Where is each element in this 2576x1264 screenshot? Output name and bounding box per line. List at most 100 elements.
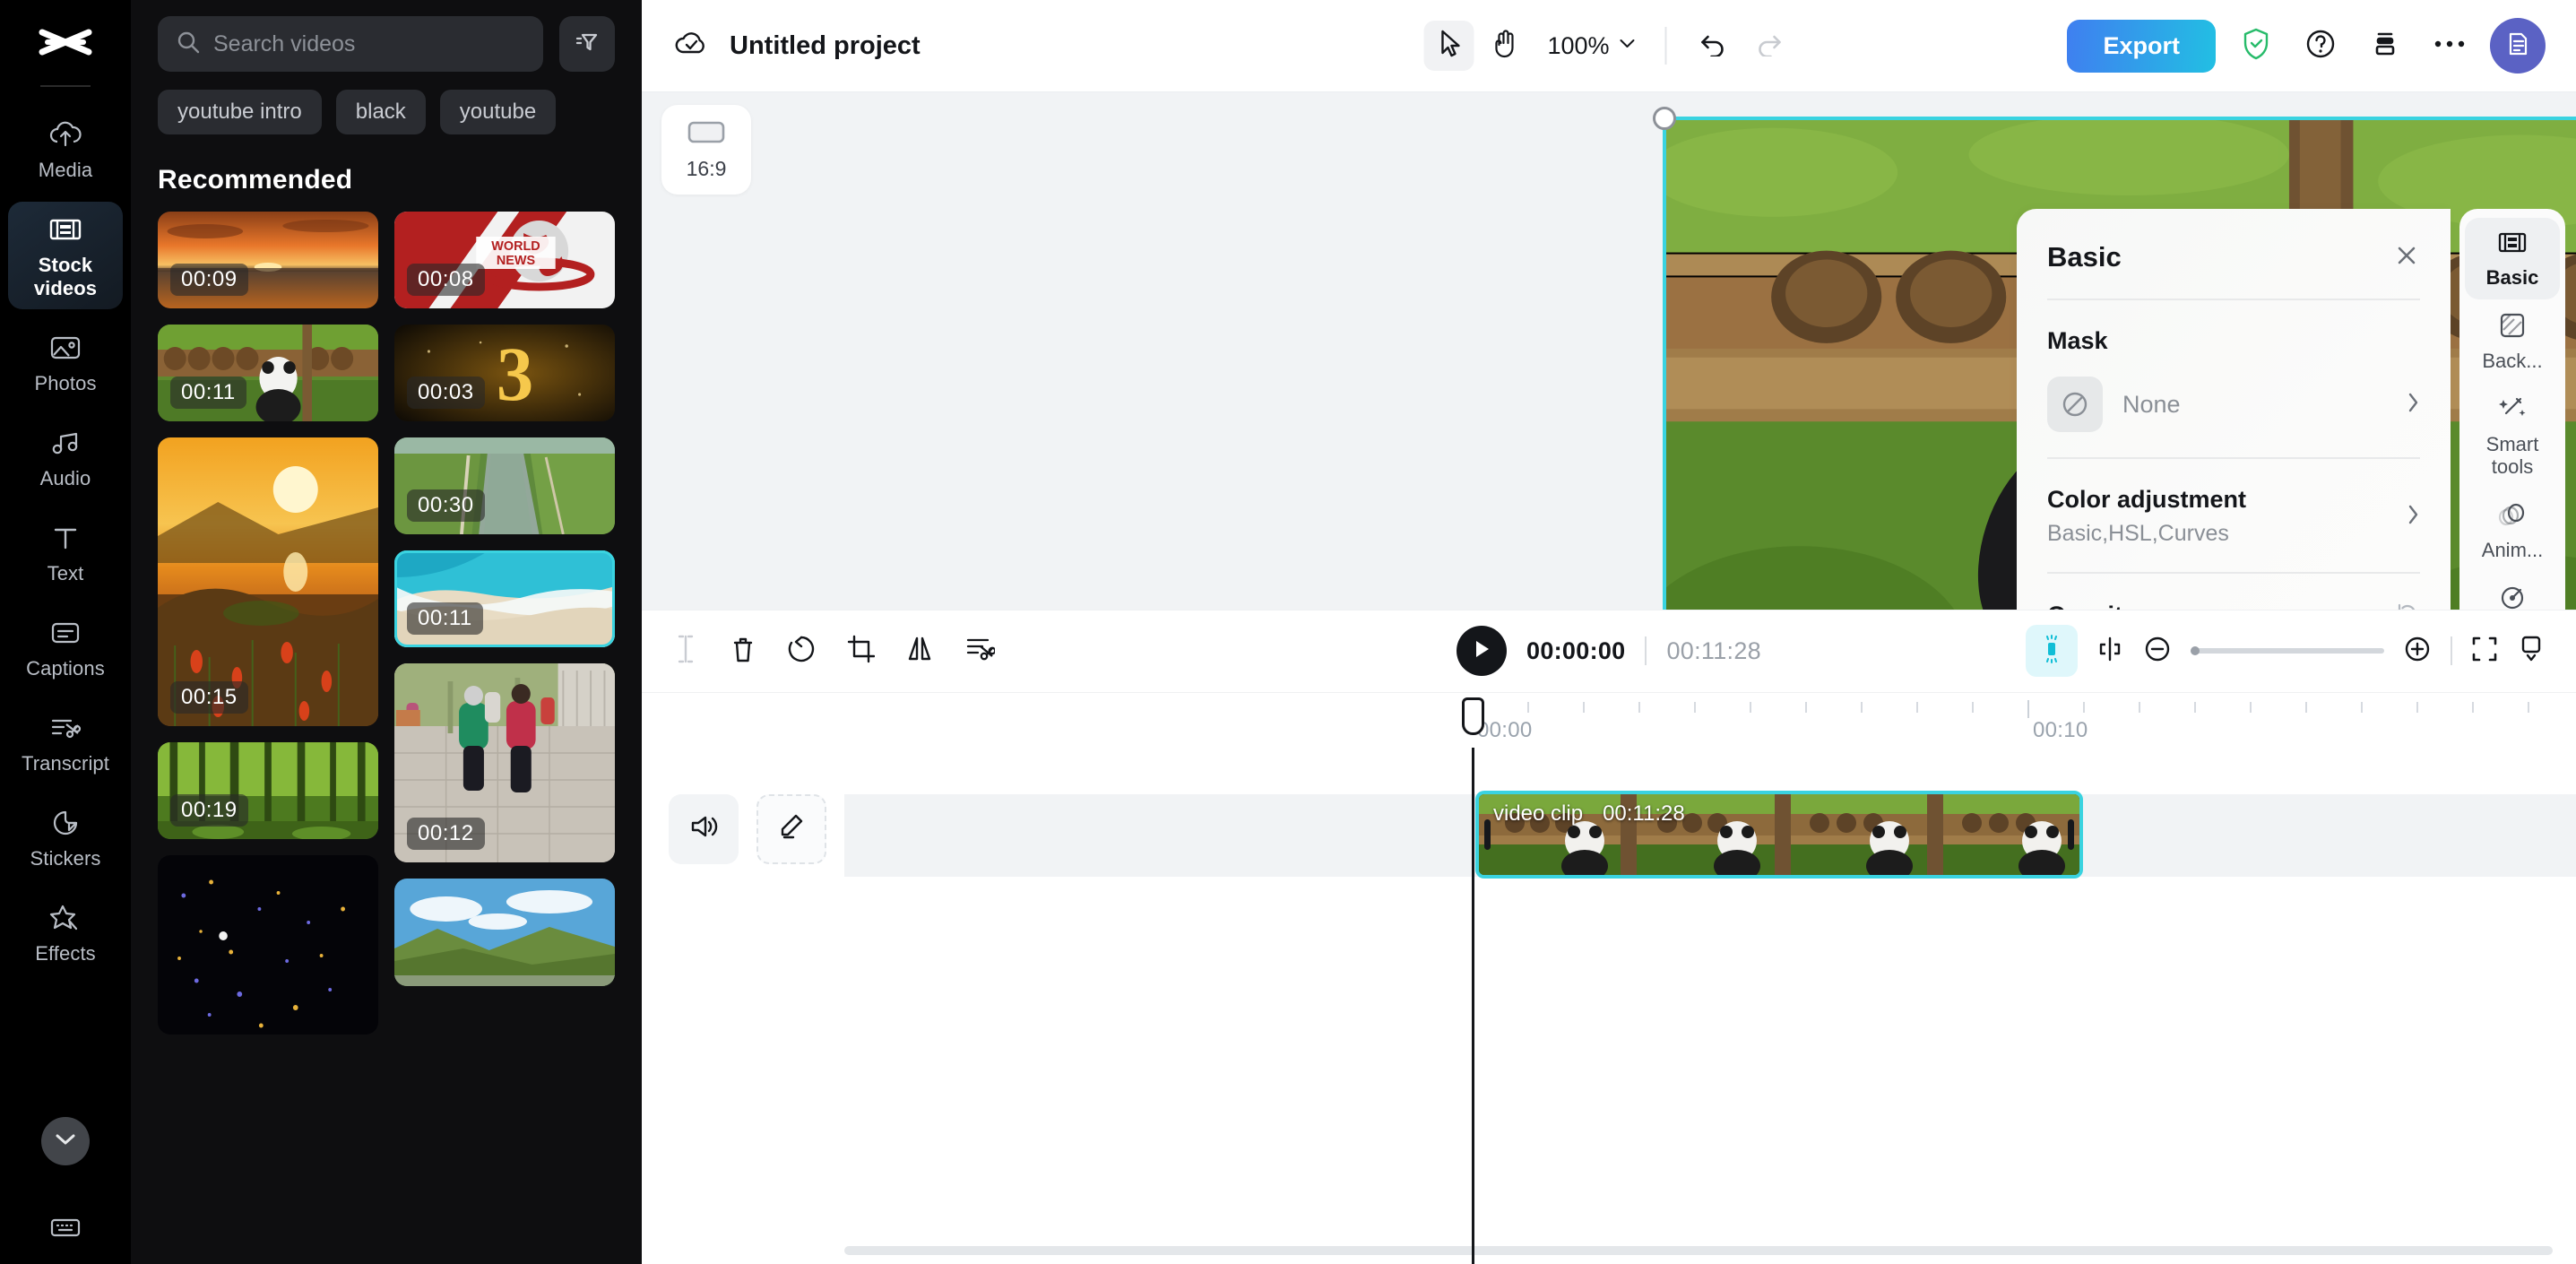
- chip-youtube[interactable]: youtube: [439, 90, 557, 134]
- crop-button[interactable]: [846, 634, 876, 669]
- playhead[interactable]: [1462, 697, 1484, 1264]
- edit-track-button[interactable]: [756, 793, 826, 864]
- tab-animation[interactable]: Anim...: [2465, 489, 2560, 572]
- sidebar-item-captions[interactable]: Captions: [8, 605, 123, 689]
- auto-cut-button[interactable]: [964, 634, 997, 669]
- rail-divider: [40, 85, 91, 87]
- stock-video-item[interactable]: WORLD NEWS 00:08: [394, 212, 615, 308]
- more-options-button[interactable]: [2425, 22, 2474, 70]
- chevron-down-icon: [54, 1132, 77, 1151]
- search-box[interactable]: [158, 16, 543, 72]
- timeline-zoom-slider[interactable]: [2191, 646, 2384, 655]
- slider-knob[interactable]: [2191, 646, 2200, 655]
- shield-check-button[interactable]: [2232, 22, 2280, 70]
- rotate-button[interactable]: [787, 634, 816, 669]
- sidebar-item-stickers[interactable]: Stickers: [8, 795, 123, 879]
- film-strip-icon: [48, 212, 82, 247]
- thumbnail-valley-sky: [394, 879, 615, 986]
- timeline-horizontal-scrollbar[interactable]: [844, 1246, 2553, 1255]
- sidebar-item-transcript[interactable]: Transcript: [8, 700, 123, 784]
- zoom-in-icon: [2402, 636, 2433, 668]
- stock-video-item[interactable]: [394, 879, 615, 986]
- timeline-ruler[interactable]: 00:00 00:10 00:20 00:30: [642, 691, 2576, 748]
- captions-icon: [49, 616, 82, 650]
- select-tool-button[interactable]: [1423, 21, 1474, 71]
- sidebar-item-label: Media: [38, 159, 93, 181]
- search-icon: [176, 30, 201, 59]
- chip-youtube-intro[interactable]: youtube intro: [158, 90, 322, 134]
- aspect-ratio-button[interactable]: 16:9: [661, 105, 751, 195]
- properties-header: Basic: [2047, 209, 2420, 299]
- layers-button[interactable]: [2361, 22, 2409, 70]
- split-icon: [672, 635, 699, 668]
- recommended-heading: Recommended: [158, 165, 353, 195]
- cloud-check-icon[interactable]: [672, 28, 710, 65]
- delete-button[interactable]: [730, 634, 756, 669]
- sidebar-item-text[interactable]: Text: [8, 510, 123, 594]
- stock-video-item[interactable]: [158, 855, 378, 1035]
- undo-button[interactable]: [1689, 21, 1739, 71]
- snap-toggle-button[interactable]: [2026, 625, 2078, 677]
- stock-video-item[interactable]: 00:15: [158, 437, 378, 726]
- opacity-label: Opacity: [2047, 602, 2136, 610]
- split-button[interactable]: [672, 634, 699, 669]
- filter-button[interactable]: [559, 16, 615, 72]
- capcut-editor-window: Media Stock videos Photos Audio Text Cap…: [0, 0, 2576, 1264]
- tab-smart-tools[interactable]: Smart tools: [2465, 383, 2560, 489]
- redo-button[interactable]: [1744, 21, 1794, 71]
- zoom-level-dropdown[interactable]: 100%: [1547, 32, 1636, 60]
- zoom-in-button[interactable]: [2402, 634, 2433, 669]
- export-button[interactable]: Export: [2067, 19, 2216, 73]
- zoom-out-button[interactable]: [2142, 634, 2173, 669]
- sidebar-item-media[interactable]: Media: [8, 107, 123, 191]
- page-title[interactable]: Untitled project: [730, 31, 921, 61]
- chip-black[interactable]: black: [335, 90, 426, 134]
- stock-video-item[interactable]: 00:30: [394, 437, 615, 534]
- opacity-section: Opacity: [2047, 574, 2420, 610]
- sidebar-item-stock-videos[interactable]: Stock videos: [8, 201, 123, 309]
- film-strip-icon: [2497, 230, 2528, 260]
- mask-selector[interactable]: None: [2047, 377, 2420, 432]
- opacity-reset-button[interactable]: [2395, 601, 2420, 610]
- sidebar-item-audio[interactable]: Audio: [8, 415, 123, 499]
- mute-track-button[interactable]: [669, 793, 739, 864]
- sidebar-item-photos[interactable]: Photos: [8, 320, 123, 404]
- fit-screen-button[interactable]: [2470, 635, 2499, 668]
- document-avatar-icon: [2504, 30, 2531, 63]
- search-input[interactable]: [213, 30, 525, 57]
- help-button[interactable]: [2296, 22, 2345, 70]
- tab-basic[interactable]: Basic: [2465, 218, 2560, 300]
- stock-video-item[interactable]: 00:11: [158, 325, 378, 421]
- avatar[interactable]: [2490, 18, 2546, 74]
- timeline-view-controls: [2026, 625, 2546, 677]
- speedometer-icon: [2498, 584, 2527, 610]
- clip-trim-handle-left[interactable]: [1484, 818, 1491, 850]
- keyboard-shortcuts-button[interactable]: [48, 1215, 82, 1244]
- tab-label: Smart tools: [2485, 433, 2539, 479]
- color-adjustment-section[interactable]: Color adjustment Basic,HSL,Curves: [2047, 459, 2420, 572]
- resize-handle-top-left[interactable]: [1653, 107, 1676, 130]
- stock-video-item[interactable]: 00:09: [158, 212, 378, 308]
- playhead-grip[interactable]: [1462, 697, 1484, 735]
- timeline-clip[interactable]: video clip 00:11:28: [1475, 790, 2083, 879]
- left-tool-rail: Media Stock videos Photos Audio Text Cap…: [0, 0, 131, 1264]
- stock-video-item[interactable]: 00:12: [394, 663, 615, 862]
- canvas-tools: 100%: [1423, 21, 1794, 71]
- sidebar-item-label: Captions: [26, 656, 105, 680]
- close-panel-button[interactable]: [2393, 242, 2420, 273]
- stock-video-item[interactable]: 00:19: [158, 742, 378, 839]
- stock-video-item[interactable]: 3 00:03: [394, 325, 615, 421]
- clip-trim-handle-right[interactable]: [2068, 818, 2074, 850]
- hand-tool-button[interactable]: [1479, 21, 1529, 71]
- rectangle-icon: [686, 118, 727, 150]
- timeline-layout-button[interactable]: [2517, 634, 2546, 669]
- expand-rail-button[interactable]: [41, 1117, 90, 1165]
- sidebar-item-effects[interactable]: Effects: [8, 890, 123, 974]
- split-marker-button[interactable]: [2096, 635, 2124, 668]
- keyboard-shortcuts-icon: [48, 1218, 82, 1243]
- tab-speed[interactable]: Speed: [2465, 572, 2560, 610]
- tab-background[interactable]: Back...: [2465, 299, 2560, 383]
- mirror-button[interactable]: [905, 634, 934, 669]
- play-button[interactable]: [1457, 626, 1508, 676]
- stock-video-item-selected[interactable]: 00:11: [394, 550, 615, 647]
